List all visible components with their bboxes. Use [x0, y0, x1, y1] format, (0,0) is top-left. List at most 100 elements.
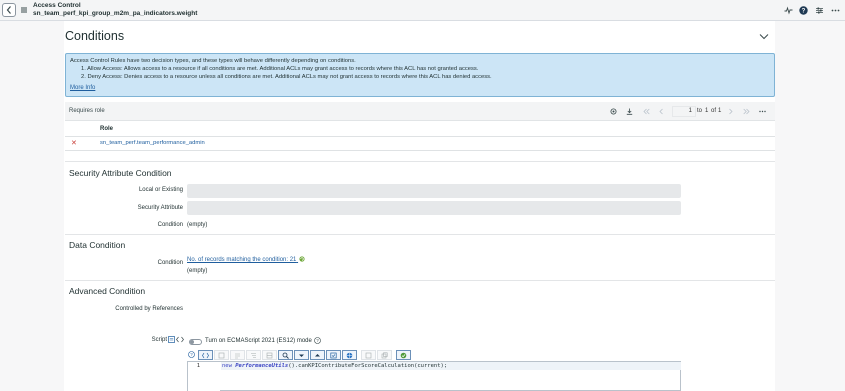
arrow-up-icon [315, 353, 320, 356]
check-icon [400, 352, 407, 358]
info-text: Access Control Rules have two decision t… [70, 58, 356, 64]
condition-label: Condition [157, 222, 183, 228]
replace-button[interactable] [262, 350, 277, 360]
fullscreen-button[interactable] [361, 350, 376, 360]
replace-icon [266, 352, 273, 358]
form-title: Access Control [33, 2, 81, 9]
double-chevron-right-icon [743, 108, 750, 115]
personalize-form-button[interactable] [814, 5, 824, 15]
script-include-icon[interactable] [168, 336, 175, 343]
page-to-label: to [697, 108, 703, 114]
code-class: PerformanceUtils [235, 363, 289, 369]
document-icon [168, 336, 175, 343]
chevron-right-icon [729, 108, 733, 115]
code-line[interactable]: new PerformanceUtils().canKPIContributeF… [222, 363, 447, 369]
ellipsis-icon [759, 110, 766, 113]
code-icon [176, 336, 184, 343]
local-or-existing-label: Local or Existing [138, 187, 183, 193]
last-page-button[interactable] [743, 108, 750, 115]
page-end-label: 1 [705, 108, 709, 114]
svg-text:?: ? [801, 8, 805, 14]
collapse-section-button[interactable] [759, 33, 769, 40]
check-syntax-button[interactable] [396, 350, 411, 360]
role-link[interactable]: sn_team_perf.team_performance_admin [100, 140, 205, 146]
list-more-button[interactable] [759, 108, 766, 115]
page-total-label: 1 [718, 108, 722, 114]
page-number-input[interactable]: 1 [672, 106, 696, 117]
globe-icon [346, 352, 353, 358]
help-icon: ? [188, 351, 195, 358]
records-matching-text: No. of records matching the condition: 2… [187, 257, 297, 263]
find-next-button[interactable] [294, 350, 309, 360]
script-macros-button[interactable] [326, 350, 341, 360]
pulse-icon [784, 6, 792, 14]
header-divider [65, 136, 775, 137]
toggle-knob [190, 340, 194, 344]
data-condition-value: (empty) [187, 268, 208, 274]
condition-value: (empty) [187, 222, 208, 228]
format-icon [251, 352, 256, 358]
uncomment-button[interactable] [230, 350, 245, 360]
script-editor[interactable]: 1 new PerformanceUtils().canKPIContribut… [187, 361, 681, 391]
help-icon: ? [798, 5, 808, 15]
info-deny-text: 2. Deny Access: Denies access to a resou… [81, 74, 492, 80]
chevron-left-icon [6, 6, 11, 14]
script-debugger-button[interactable] [342, 350, 357, 360]
editor-help-button[interactable]: ? [188, 351, 195, 358]
arrow-down-icon [299, 354, 304, 357]
es12-help-button[interactable]: ? [314, 337, 321, 344]
row-divider [65, 150, 775, 151]
search-button[interactable] [278, 350, 293, 360]
script-debug-icon[interactable] [176, 336, 184, 343]
es12-label: Turn on ECMAScript 2021 (ES12) mode [205, 338, 312, 344]
data-condition-label: Condition [157, 260, 183, 266]
conditions-heading: Conditions [65, 29, 125, 43]
macro-icon [330, 352, 337, 358]
record-name: sn_team_perf_kpi_group_m2m_pa_indicators… [33, 10, 198, 17]
help-icon: ? [314, 337, 321, 344]
more-options-button[interactable] [830, 5, 840, 15]
list-settings-button[interactable] [610, 108, 617, 115]
toggle-syntax-button[interactable] [198, 350, 213, 360]
ellipsis-icon [831, 9, 839, 11]
comment-icon [218, 352, 225, 358]
role-column-header[interactable]: Role [100, 126, 113, 132]
local-or-existing-select[interactable] [187, 184, 681, 198]
copy-button[interactable] [377, 350, 392, 360]
section-divider [65, 234, 775, 235]
back-button[interactable] [2, 3, 16, 17]
records-matching-link[interactable]: No. of records matching the condition: 2… [187, 256, 305, 263]
previous-page-button[interactable] [658, 108, 665, 115]
activity-stream-button[interactable] [783, 5, 793, 15]
sliders-icon [815, 7, 823, 13]
comment-button[interactable] [214, 350, 229, 360]
line-number: 1 [196, 363, 200, 369]
more-info-link[interactable]: More Info [70, 85, 95, 91]
double-chevron-left-icon [643, 108, 650, 115]
format-code-button[interactable] [246, 350, 261, 360]
section-divider [65, 280, 775, 281]
security-attribute-label: Security Attribute [137, 205, 183, 211]
controlled-by-references-label: Controlled by References [115, 306, 183, 312]
code-keyword: new [222, 363, 232, 369]
delete-row-icon[interactable]: ✕ [71, 139, 77, 147]
next-page-button[interactable] [727, 108, 734, 115]
first-page-button[interactable] [643, 108, 650, 115]
code-toggle-icon [202, 352, 209, 358]
es12-toggle[interactable] [189, 339, 202, 345]
code-rest: ().canKPIContributeForScoreCalculation(c… [288, 363, 448, 369]
section-divider [65, 161, 775, 162]
help-button[interactable]: ? [798, 5, 808, 15]
form-header: Access Control sn_team_perf_kpi_group_m2… [0, 0, 845, 21]
download-icon [626, 108, 633, 115]
copy-icon [381, 352, 388, 358]
security-attribute-heading: Security Attribute Condition [69, 168, 172, 178]
export-button[interactable] [626, 108, 633, 115]
find-previous-button[interactable] [310, 350, 325, 360]
script-label: Script [151, 337, 167, 343]
gear-icon [610, 108, 617, 115]
security-attribute-field[interactable] [187, 201, 681, 215]
requires-role-list-header: Requires role 1 to 1 of 1 [65, 102, 775, 121]
context-menu-button[interactable] [19, 5, 29, 15]
refresh-icon[interactable] [299, 256, 305, 262]
